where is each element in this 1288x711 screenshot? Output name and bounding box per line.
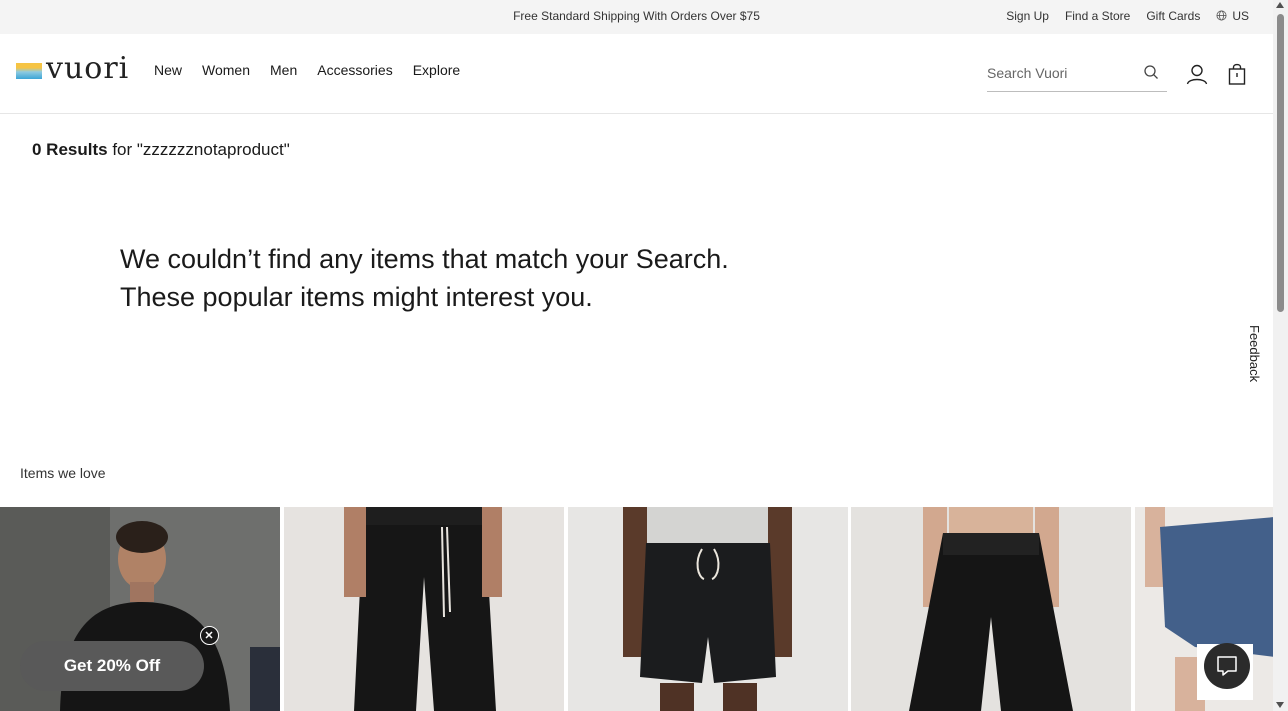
nav-women[interactable]: Women — [202, 62, 250, 78]
search-icon[interactable] — [1143, 64, 1159, 80]
items-section-title: Items we love — [20, 465, 106, 481]
close-x-glyph — [205, 631, 213, 639]
chat-icon — [1217, 656, 1237, 676]
results-count: 0 Results — [32, 140, 108, 159]
globe-icon — [1216, 10, 1227, 21]
product-card-wide-pants[interactable] — [851, 507, 1131, 711]
scroll-up-arrow[interactable] — [1276, 2, 1284, 8]
main-nav: New Women Men Accessories Explore — [154, 62, 460, 78]
no-results-line-2: These popular items might interest you. — [120, 282, 593, 312]
region-selector[interactable]: US — [1216, 9, 1249, 23]
no-results-message: We couldn’t find any items that match yo… — [120, 240, 729, 316]
vuori-logo[interactable]: vuori — [16, 54, 129, 84]
no-results-line-1: We couldn’t find any items that match yo… — [120, 244, 729, 274]
logo-gradient-mark — [16, 63, 42, 79]
nav-explore[interactable]: Explore — [413, 62, 460, 78]
region-label: US — [1232, 9, 1249, 23]
close-icon[interactable] — [200, 626, 219, 645]
announcement-bar: Free Standard Shipping With Orders Over … — [0, 0, 1273, 34]
scroll-thumb[interactable] — [1277, 14, 1284, 312]
chat-button[interactable] — [1204, 643, 1250, 689]
nav-men[interactable]: Men — [270, 62, 297, 78]
utility-links: Sign Up Find a Store Gift Cards US — [1006, 9, 1249, 23]
product-image-joggers — [284, 507, 564, 711]
search-bar — [987, 56, 1167, 92]
product-image-wide-pants — [851, 507, 1131, 711]
product-image-shorts — [568, 507, 848, 711]
results-heading: 0 Results for "zzzzzznotaproduct" — [32, 140, 290, 160]
nav-new[interactable]: New — [154, 62, 182, 78]
results-query: for "zzzzzznotaproduct" — [107, 140, 290, 159]
shopping-bag-icon[interactable] — [1228, 63, 1246, 85]
sign-up-link[interactable]: Sign Up — [1006, 9, 1049, 23]
search-input[interactable] — [987, 56, 1137, 88]
scroll-down-arrow[interactable] — [1276, 702, 1284, 708]
site-header: vuori New Women Men Accessories Explore — [0, 34, 1273, 114]
nav-accessories[interactable]: Accessories — [317, 62, 392, 78]
product-card-shorts[interactable] — [568, 507, 848, 711]
logo-wordmark: vuori — [46, 51, 130, 86]
discount-promo-button[interactable]: Get 20% Off — [20, 641, 204, 691]
page-scrollbar[interactable] — [1273, 0, 1288, 711]
gift-cards-link[interactable]: Gift Cards — [1146, 9, 1200, 23]
product-card-joggers[interactable] — [284, 507, 564, 711]
feedback-tab[interactable]: Feedback — [1247, 325, 1262, 395]
find-store-link[interactable]: Find a Store — [1065, 9, 1130, 23]
account-icon[interactable] — [1186, 63, 1208, 85]
